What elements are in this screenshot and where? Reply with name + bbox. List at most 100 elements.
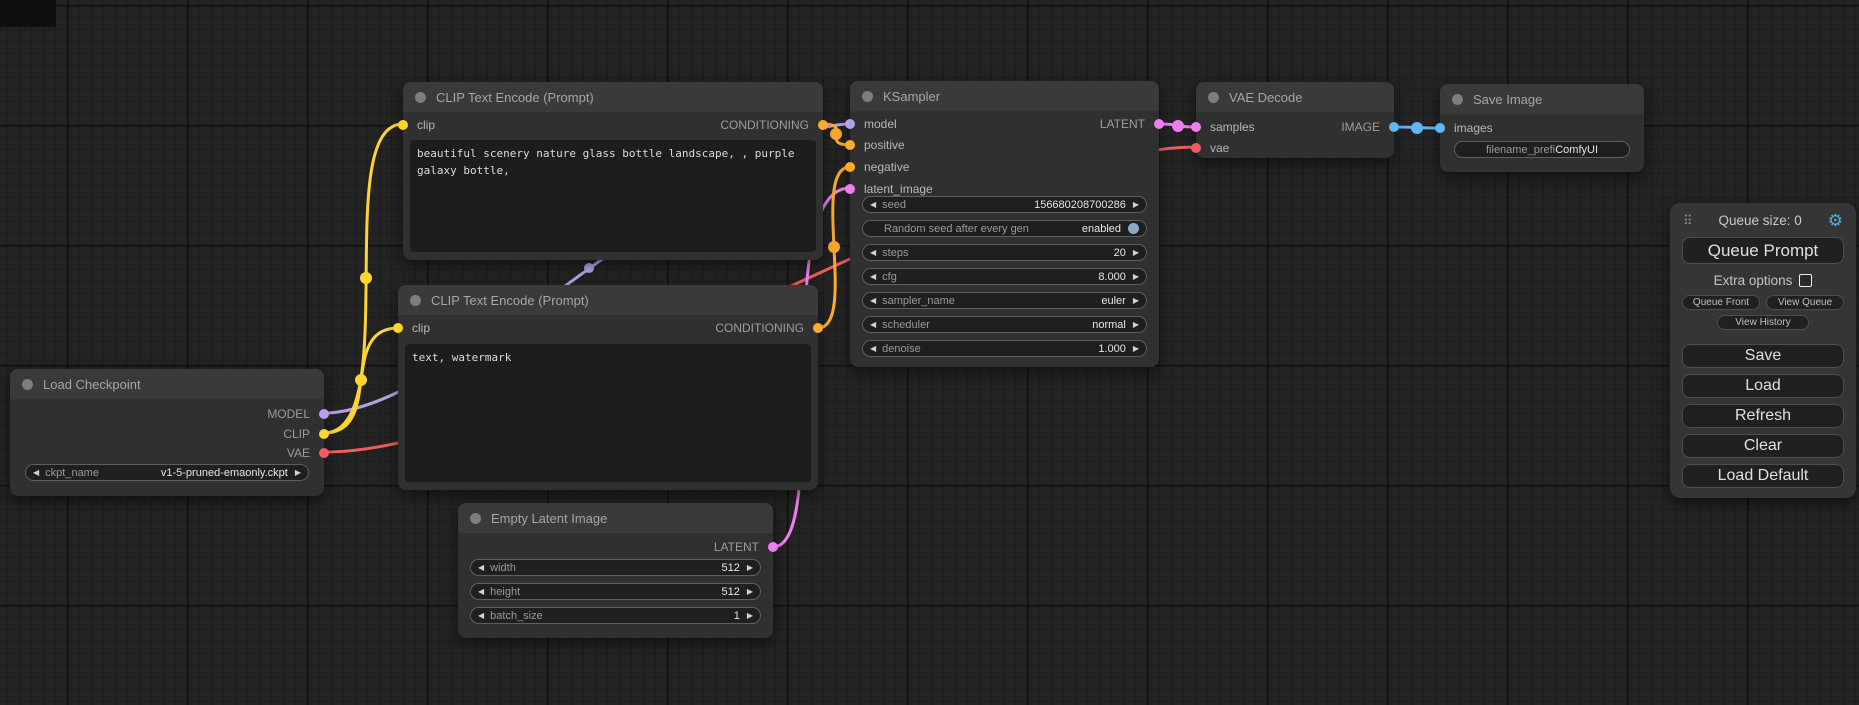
input-slot-model[interactable] (845, 119, 855, 129)
node-vae-decode[interactable]: VAE Decode samples IMAGE vae (1196, 82, 1394, 158)
view-history-button[interactable]: View History (1717, 315, 1809, 330)
node-title-label: Save Image (1473, 92, 1542, 107)
wire-midpoint-dot (584, 263, 594, 273)
node-title-load-checkpoint[interactable]: Load Checkpoint (10, 369, 324, 399)
node-clip-text-encode-negative[interactable]: CLIP Text Encode (Prompt) clip CONDITION… (398, 285, 818, 490)
view-queue-button[interactable]: View Queue (1766, 295, 1844, 310)
refresh-button[interactable]: Refresh (1682, 404, 1844, 428)
wire-midpoint-dot (1172, 120, 1184, 132)
widget-steps[interactable]: ◀ steps 20 ▶ (862, 244, 1147, 261)
increment-arrow-icon[interactable]: ▶ (747, 612, 753, 620)
clear-button[interactable]: Clear (1682, 434, 1844, 458)
output-row-vae: VAE (10, 442, 324, 463)
wire-midpoint-dot (1411, 122, 1423, 134)
widget-ckpt-name[interactable]: ◀ ckpt_name v1-5-pruned-emaonly.ckpt ▶ (25, 464, 309, 481)
input-slot-images[interactable] (1435, 123, 1445, 133)
widget-filename-prefix[interactable]: filename_prefix ComfyUI (1454, 141, 1630, 158)
collapse-dot-icon[interactable] (862, 91, 873, 102)
input-label-positive: positive (864, 138, 905, 152)
increment-arrow-icon[interactable]: ▶ (1133, 297, 1139, 305)
increment-arrow-icon[interactable]: ▶ (1133, 321, 1139, 329)
output-slot-latent[interactable] (768, 542, 778, 552)
output-slot-model[interactable] (319, 409, 329, 419)
decrement-arrow-icon[interactable]: ◀ (478, 588, 484, 596)
queue-front-button[interactable]: Queue Front (1682, 295, 1760, 310)
node-title-clip-negative[interactable]: CLIP Text Encode (Prompt) (398, 285, 818, 315)
decrement-arrow-icon[interactable]: ◀ (870, 201, 876, 209)
drag-handle-icon[interactable]: ⠿ (1683, 213, 1693, 229)
prompt-textarea-positive[interactable]: beautiful scenery nature glass bottle la… (410, 140, 816, 252)
gear-icon[interactable]: ⚙ (1828, 212, 1843, 229)
decrement-arrow-icon[interactable]: ◀ (870, 345, 876, 353)
widget-batch-size[interactable]: ◀ batch_size 1 ▶ (470, 607, 761, 624)
increment-arrow-icon[interactable]: ▶ (1133, 273, 1139, 281)
output-slot-conditioning[interactable] (818, 120, 828, 130)
decrement-arrow-icon[interactable]: ◀ (33, 469, 39, 477)
increment-arrow-icon[interactable]: ▶ (1133, 201, 1139, 209)
output-slot-vae[interactable] (319, 448, 329, 458)
node-title-vae-decode[interactable]: VAE Decode (1196, 82, 1394, 112)
load-button[interactable]: Load (1682, 374, 1844, 398)
decrement-arrow-icon[interactable]: ◀ (478, 612, 484, 620)
output-label-clip: CLIP (283, 427, 310, 441)
output-slot-clip[interactable] (319, 429, 329, 439)
decrement-arrow-icon[interactable]: ◀ (870, 249, 876, 257)
decrement-arrow-icon[interactable]: ◀ (870, 273, 876, 281)
widget-scheduler[interactable]: ◀ scheduler normal ▶ (862, 316, 1147, 333)
load-default-button[interactable]: Load Default (1682, 464, 1844, 488)
collapse-dot-icon[interactable] (1452, 94, 1463, 105)
decrement-arrow-icon[interactable]: ◀ (478, 564, 484, 572)
widget-label: filename_prefix (1486, 144, 1555, 156)
widget-value: 512 (721, 586, 739, 598)
node-ksampler[interactable]: KSampler model LATENT positive negative … (850, 81, 1159, 367)
extra-options-checkbox[interactable] (1799, 274, 1812, 287)
increment-arrow-icon[interactable]: ▶ (747, 564, 753, 572)
increment-arrow-icon[interactable]: ▶ (1133, 249, 1139, 257)
output-slot-conditioning[interactable] (813, 323, 823, 333)
widget-denoise[interactable]: ◀ denoise 1.000 ▶ (862, 340, 1147, 357)
node-title-save-image[interactable]: Save Image (1440, 84, 1644, 114)
node-save-image[interactable]: Save Image images filename_prefix ComfyU… (1440, 84, 1644, 172)
menu-actions: Save Load Refresh Clear Load Default (1670, 344, 1856, 488)
widget-cfg[interactable]: ◀ cfg 8.000 ▶ (862, 268, 1147, 285)
queue-prompt-button[interactable]: Queue Prompt (1682, 237, 1844, 264)
node-graph-canvas[interactable]: Load Checkpoint MODEL CLIP VAE ◀ ckpt_na… (0, 0, 1859, 705)
widget-value: 1 (734, 610, 740, 622)
output-label-model: MODEL (267, 407, 310, 421)
node-title-ksampler[interactable]: KSampler (850, 81, 1159, 111)
input-slot-positive[interactable] (845, 140, 855, 150)
save-button[interactable]: Save (1682, 344, 1844, 368)
output-slot-image[interactable] (1389, 122, 1399, 132)
collapse-dot-icon[interactable] (470, 513, 481, 524)
seed-toggle[interactable] (1128, 223, 1139, 234)
prompt-textarea-negative[interactable]: text, watermark (405, 344, 811, 482)
increment-arrow-icon[interactable]: ▶ (747, 588, 753, 596)
node-clip-text-encode-positive[interactable]: CLIP Text Encode (Prompt) clip CONDITION… (403, 82, 823, 260)
input-slot-negative[interactable] (845, 162, 855, 172)
widget-sampler-name[interactable]: ◀ sampler_name euler ▶ (862, 292, 1147, 309)
node-empty-latent-image[interactable]: Empty Latent Image LATENT ◀ width 512 ▶ … (458, 503, 773, 638)
widget-random-seed[interactable]: Random seed after every gen enabled (862, 220, 1147, 237)
output-slot-latent[interactable] (1154, 119, 1164, 129)
input-slot-latent-image[interactable] (845, 184, 855, 194)
input-label-clip: clip (412, 321, 430, 335)
widget-seed[interactable]: ◀ seed 156680208700286 ▶ (862, 196, 1147, 213)
increment-arrow-icon[interactable]: ▶ (295, 469, 301, 477)
node-title-clip-positive[interactable]: CLIP Text Encode (Prompt) (403, 82, 823, 112)
input-slot-clip[interactable] (398, 120, 408, 130)
increment-arrow-icon[interactable]: ▶ (1133, 345, 1139, 353)
widget-value: 1.000 (1098, 343, 1126, 355)
widget-height[interactable]: ◀ height 512 ▶ (470, 583, 761, 600)
collapse-dot-icon[interactable] (410, 295, 421, 306)
node-load-checkpoint[interactable]: Load Checkpoint MODEL CLIP VAE ◀ ckpt_na… (10, 369, 324, 496)
collapse-dot-icon[interactable] (415, 92, 426, 103)
collapse-dot-icon[interactable] (1208, 92, 1219, 103)
widget-width[interactable]: ◀ width 512 ▶ (470, 559, 761, 576)
collapse-dot-icon[interactable] (22, 379, 33, 390)
input-slot-samples[interactable] (1191, 122, 1201, 132)
node-title-empty-latent[interactable]: Empty Latent Image (458, 503, 773, 533)
input-slot-vae[interactable] (1191, 143, 1201, 153)
input-slot-clip[interactable] (393, 323, 403, 333)
decrement-arrow-icon[interactable]: ◀ (870, 321, 876, 329)
decrement-arrow-icon[interactable]: ◀ (870, 297, 876, 305)
